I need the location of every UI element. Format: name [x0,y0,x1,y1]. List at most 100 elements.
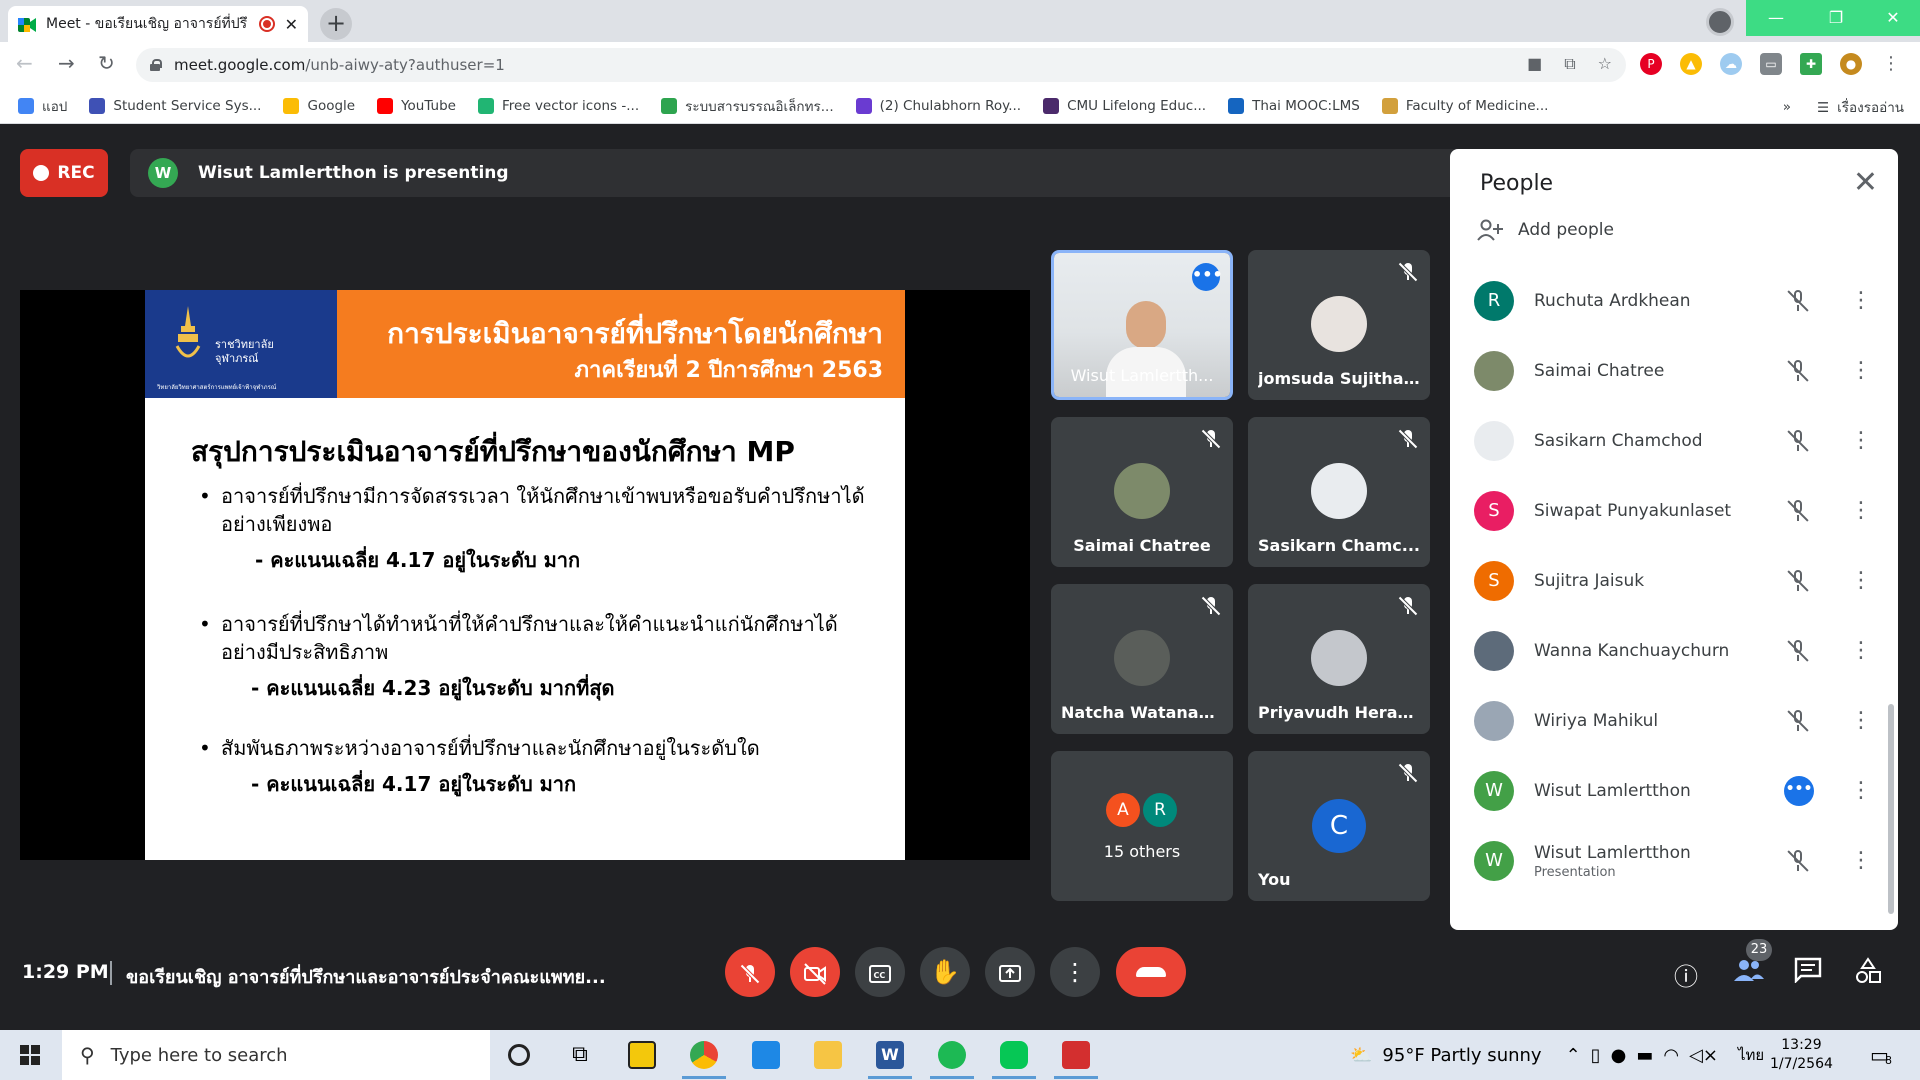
participant-tile-self[interactable]: C You [1248,751,1430,901]
participant-tile[interactable]: jomsuda Sujitham [1248,250,1430,400]
bookmark-item[interactable]: (2) Chulabhorn Roy... [855,97,1021,114]
recording-badge[interactable]: REC [20,149,108,197]
translate-icon[interactable]: ⧉ [1564,54,1575,74]
spotify-icon[interactable] [938,1041,966,1069]
apps-bookmark[interactable]: แอป [18,95,67,117]
tile-more-options-icon[interactable]: ••• [1192,263,1223,291]
toggle-mic-button[interactable] [725,947,775,997]
mic-off-icon[interactable] [1784,567,1812,595]
cortana-icon[interactable] [508,1044,530,1066]
profile-menu-icon[interactable] [1706,8,1734,36]
participant-more-icon[interactable]: ⋮ [1850,290,1872,312]
present-now-button[interactable] [985,947,1035,997]
minimize-button[interactable]: — [1746,0,1806,36]
extensions-puzzle-icon[interactable]: ✚ [1800,53,1822,75]
acrobat-icon[interactable] [1062,1041,1090,1069]
bookmark-item[interactable]: Faculty of Medicine... [1381,97,1548,114]
raise-hand-button[interactable]: ✋ [920,947,970,997]
chrome-menu-icon[interactable]: ⋮ [1880,53,1902,75]
bookmark-item[interactable]: Student Service Sys... [89,97,261,114]
reload-button[interactable]: ↻ [98,51,115,75]
participant-more-icon[interactable]: ⋮ [1850,640,1872,662]
camera-in-use-icon[interactable]: ■ [1527,54,1542,74]
participant-more-icon[interactable]: ⋮ [1850,710,1872,732]
bookmark-item[interactable]: CMU Lifelong Educ... [1043,97,1206,114]
bookmarks-overflow-icon[interactable]: » [1783,99,1791,115]
participant-row[interactable]: W Wisut Lamlertthon Presentation ⋮ [1474,831,1872,891]
wifi-icon[interactable]: ◠ [1663,1045,1679,1066]
cloud-extension-icon[interactable]: ☁ [1720,53,1742,75]
browser-tab-meet[interactable]: Meet - ขอเรียนเชิญ อาจารย์ที่ปรึ ✕ [8,6,308,42]
mic-off-icon[interactable] [1784,427,1812,455]
show-hidden-icons-icon[interactable]: ⌃ [1566,1045,1581,1066]
battery-icon[interactable]: ▬ [1636,1045,1653,1066]
participant-tile[interactable]: Priyavudh Herab... [1248,584,1430,734]
participant-row[interactable]: Wiriya Mahikul ⋮ [1474,691,1872,751]
line-icon[interactable] [1000,1041,1028,1069]
participant-more-icon[interactable]: ⋮ [1850,570,1872,592]
participant-more-icon[interactable]: ⋮ [1850,360,1872,382]
participant-more-icon[interactable]: ⋮ [1850,850,1872,872]
participant-row[interactable]: S Sujitra Jaisuk ⋮ [1474,551,1872,611]
bookmark-item[interactable]: ระบบสารบรรณอิเล็กทร... [661,95,834,117]
toggle-camera-button[interactable] [790,947,840,997]
mic-off-icon[interactable] [1784,707,1812,735]
window-extension-icon[interactable]: ▭ [1760,53,1782,75]
participant-row[interactable]: Sasikarn Chamchod ⋮ [1474,411,1872,471]
chat-icon[interactable] [1794,957,1822,989]
close-window-button[interactable]: ✕ [1866,0,1920,36]
participant-row[interactable]: W Wisut Lamlertthon ••• ⋮ [1474,761,1872,821]
participant-row[interactable]: Saimai Chatree ⋮ [1474,341,1872,401]
drive-extension-icon[interactable]: ▲ [1680,53,1702,75]
close-tab-icon[interactable]: ✕ [285,15,298,34]
reading-list-button[interactable]: ☰ เรื่องรออ่าน [1817,96,1904,118]
participant-tile[interactable]: Natcha Watanap... [1051,584,1233,734]
task-view-icon[interactable]: ⧉ [566,1041,594,1069]
bookmark-item[interactable]: Google [283,97,355,114]
bookmark-item[interactable]: Thai MOOC:LMS [1228,97,1360,114]
microphone-icon[interactable]: ● [1611,1045,1627,1066]
language-indicator[interactable]: ไทย [1738,1043,1764,1067]
restore-button[interactable]: ❐ [1806,0,1866,36]
taskbar-search[interactable]: ⚲ Type here to search [62,1030,490,1080]
weather-icon[interactable]: ⛅ [1350,1045,1372,1066]
chrome-taskbar-icon[interactable] [690,1041,718,1069]
participant-tile-others[interactable]: A R 15 others [1051,751,1233,901]
taskbar-clock[interactable]: 13:29 1/7/2564 [1770,1036,1833,1074]
mic-off-icon[interactable] [1784,287,1812,315]
participant-row[interactable]: R Ruchuta Ardkhean ⋮ [1474,271,1872,331]
activities-icon[interactable] [1854,957,1882,991]
weather-text[interactable]: 95°F Partly sunny [1382,1045,1541,1066]
participant-tile-presenter[interactable]: ••• Wisut Lamlertth... [1051,250,1233,400]
participant-tile[interactable]: Sasikarn Chamc... [1248,417,1430,567]
participant-tile[interactable]: Saimai Chatree [1051,417,1233,567]
volume-muted-icon[interactable]: ◁× [1689,1045,1718,1066]
more-options-button[interactable]: ⋮ [1050,947,1100,997]
participant-more-icon[interactable]: ⋮ [1850,780,1872,802]
close-panel-icon[interactable]: ✕ [1853,165,1878,200]
bookmark-item[interactable]: YouTube [377,97,456,114]
device-icon[interactable]: ▯ [1591,1045,1601,1066]
participant-row[interactable]: Wanna Kanchuaychurn ⋮ [1474,621,1872,681]
pinterest-extension-icon[interactable]: P [1640,53,1662,75]
add-people-button[interactable]: Add people [1476,219,1614,241]
presentation-stage[interactable]: ราชวิทยาลัย จุฬาภรณ์ วิทยาลัยวิทยาศาสตร์ก… [20,290,1030,860]
people-scrollbar[interactable] [1888,704,1894,914]
bookmark-item[interactable]: Free vector icons -... [478,97,639,114]
sticky-notes-icon[interactable] [628,1041,656,1069]
mic-off-icon[interactable] [1784,497,1812,525]
windows-start-button[interactable] [20,1045,40,1065]
profile-avatar-icon[interactable]: ● [1840,53,1862,75]
address-bar[interactable]: meet.google.com/unb-aiwy-aty?authuser=1 … [136,48,1626,82]
volume-off-icon[interactable] [1784,847,1812,875]
people-icon[interactable] [1733,957,1765,989]
leave-call-button[interactable] [1116,947,1186,997]
new-tab-button[interactable]: + [320,8,352,40]
word-icon[interactable]: W [876,1041,904,1069]
mic-off-icon[interactable] [1784,357,1812,385]
captions-button[interactable]: CC [855,947,905,997]
meeting-details-icon[interactable]: ⓘ [1674,957,1698,992]
forward-button[interactable]: → [58,51,75,75]
back-button[interactable]: ← [16,51,33,75]
participant-more-icon[interactable]: ⋮ [1850,430,1872,452]
